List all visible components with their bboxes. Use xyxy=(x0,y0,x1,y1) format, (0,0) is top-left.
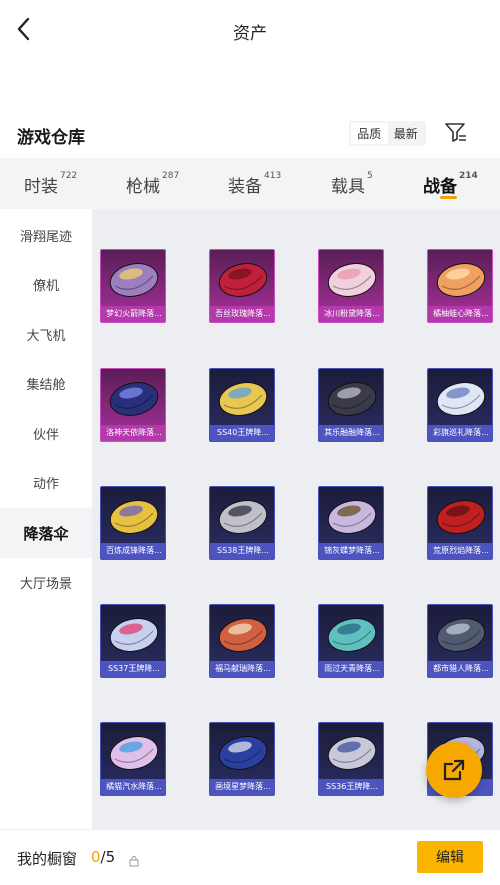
tab-fashion[interactable]: 时装722 xyxy=(24,171,77,197)
sidebar-item-plane[interactable]: 大飞机 xyxy=(0,309,92,359)
sidebar-item-parachute[interactable]: 降落伞 xyxy=(0,508,92,558)
parachute-item-card[interactable]: 画境星梦降落... xyxy=(209,722,275,796)
parachute-icon xyxy=(210,605,274,663)
item-name-label: 彩旗巡礼降落... xyxy=(428,425,492,441)
item-name-label: 其乐融融降落... xyxy=(319,425,383,441)
active-tab-indicator xyxy=(440,196,457,199)
parachute-icon xyxy=(428,487,492,545)
item-name-label: SS36王牌降... xyxy=(319,779,383,795)
item-name-label: 橘柚蛙心降落... xyxy=(428,306,492,322)
parachute-item-card[interactable]: 吾丝玫瑰降落... xyxy=(209,249,275,323)
parachute-icon xyxy=(319,250,383,308)
edit-button[interactable]: 编辑 xyxy=(417,841,483,873)
item-name-label: 洛神天依降落... xyxy=(101,425,165,441)
parachute-icon xyxy=(428,250,492,308)
parachute-icon xyxy=(319,723,383,781)
parachute-item-card[interactable]: 百炼成锋降落... xyxy=(100,486,166,560)
parachute-icon xyxy=(428,369,492,427)
item-name-label: 梦幻火箭降落... xyxy=(101,306,165,322)
tab-equipment[interactable]: 装备413 xyxy=(228,171,281,197)
item-name-label: 锦灰蝶梦降落... xyxy=(319,543,383,559)
page-title: 资产 xyxy=(233,24,267,44)
parachute-icon xyxy=(101,723,165,781)
parachute-item-card[interactable]: 锦灰蝶梦降落... xyxy=(318,486,384,560)
parachute-icon xyxy=(101,487,165,545)
item-name-label: 画境星梦降落... xyxy=(210,779,274,795)
parachute-item-card[interactable]: SS38王牌降... xyxy=(209,486,275,560)
subcategory-sidebar: 滑翔尾迹 僚机 大飞机 集结舱 伙伴 动作 降落伞 大厅场景 xyxy=(0,209,92,829)
parachute-icon xyxy=(210,250,274,308)
sidebar-item-emote[interactable]: 动作 xyxy=(0,457,92,507)
sidebar-item-companion[interactable]: 伙伴 xyxy=(0,408,92,458)
item-name-label: 都市猎人降落... xyxy=(428,661,492,677)
item-name-label: SS40王牌降... xyxy=(210,425,274,441)
parachute-icon xyxy=(101,250,165,308)
item-name-label: 雨过天青降落... xyxy=(319,661,383,677)
parachute-icon xyxy=(428,605,492,663)
item-name-label: 福马献瑞降落... xyxy=(210,661,274,677)
bottom-bar: 我的橱窗 0/5 编辑 xyxy=(0,829,500,885)
parachute-item-card[interactable]: 荒原烈焰降落... xyxy=(427,486,493,560)
parachute-item-card[interactable]: 其乐融融降落... xyxy=(318,368,384,442)
filter-icon[interactable] xyxy=(444,122,468,144)
parachute-icon xyxy=(319,487,383,545)
parachute-item-card[interactable]: 冰川粉黛降落... xyxy=(318,249,384,323)
item-name-label: 荒原烈焰降落... xyxy=(428,543,492,559)
sort-toggle[interactable]: 品质 最新 xyxy=(349,121,426,146)
showcase-label: 我的橱窗 xyxy=(17,850,78,868)
tab-guns[interactable]: 枪械287 xyxy=(126,171,179,197)
parachute-item-card[interactable]: SS40王牌降... xyxy=(209,368,275,442)
sidebar-item-wingman[interactable]: 僚机 xyxy=(0,259,92,309)
sort-latest-option[interactable]: 最新 xyxy=(388,123,425,144)
sidebar-item-pod[interactable]: 集结舱 xyxy=(0,358,92,408)
parachute-item-card[interactable]: SS36王牌降... xyxy=(318,722,384,796)
top-bar: 资产 xyxy=(0,0,500,58)
tab-combat-gear[interactable]: 战备214 xyxy=(423,171,478,197)
item-name-label: 百炼成锋降落... xyxy=(101,543,165,559)
share-button[interactable] xyxy=(426,742,482,798)
section-title: 游戏仓库 xyxy=(17,128,85,148)
parachute-item-card[interactable]: 雨过天青降落... xyxy=(318,604,384,678)
parachute-icon xyxy=(101,605,165,663)
item-name-label: SS38王牌降... xyxy=(210,543,274,559)
item-name-label: SS37王牌降... xyxy=(101,661,165,677)
parachute-item-card[interactable]: 橘柚蛙心降落... xyxy=(427,249,493,323)
parachute-item-card[interactable]: 彩旗巡礼降落... xyxy=(427,368,493,442)
parachute-item-card[interactable]: SS37王牌降... xyxy=(100,604,166,678)
showcase-count: 0/5 xyxy=(91,848,116,866)
item-name-label: 橘猫汽水降落... xyxy=(101,779,165,795)
parachute-icon xyxy=(210,487,274,545)
category-tabs: 时装722 枪械287 装备413 载具5 战备214 xyxy=(0,158,500,209)
parachute-item-card[interactable]: 橘猫汽水降落... xyxy=(100,722,166,796)
parachute-icon xyxy=(101,369,165,427)
item-name-label: 冰川粉黛降落... xyxy=(319,306,383,322)
parachute-icon xyxy=(319,605,383,663)
parachute-icon xyxy=(210,369,274,427)
item-name-label: 吾丝玫瑰降落... xyxy=(210,306,274,322)
parachute-item-card[interactable]: 都市猎人降落... xyxy=(427,604,493,678)
item-grid: 梦幻火箭降落... 吾丝玫瑰降落... 冰川粉黛降落... 橘柚蛙心降落... 洛神天依… xyxy=(92,209,500,829)
parachute-icon xyxy=(319,369,383,427)
parachute-item-card[interactable]: 洛神天依降落... xyxy=(100,368,166,442)
sidebar-item-lobby[interactable]: 大厅场景 xyxy=(0,557,92,607)
sort-quality-option[interactable]: 品质 xyxy=(351,123,388,144)
lock-icon xyxy=(129,852,139,867)
share-icon xyxy=(443,759,465,781)
sidebar-item-glide-trail[interactable]: 滑翔尾迹 xyxy=(0,210,92,260)
parachute-icon xyxy=(210,723,274,781)
tab-vehicles[interactable]: 载具5 xyxy=(331,171,373,197)
parachute-item-card[interactable]: 梦幻火箭降落... xyxy=(100,249,166,323)
parachute-item-card[interactable]: 福马献瑞降落... xyxy=(209,604,275,678)
